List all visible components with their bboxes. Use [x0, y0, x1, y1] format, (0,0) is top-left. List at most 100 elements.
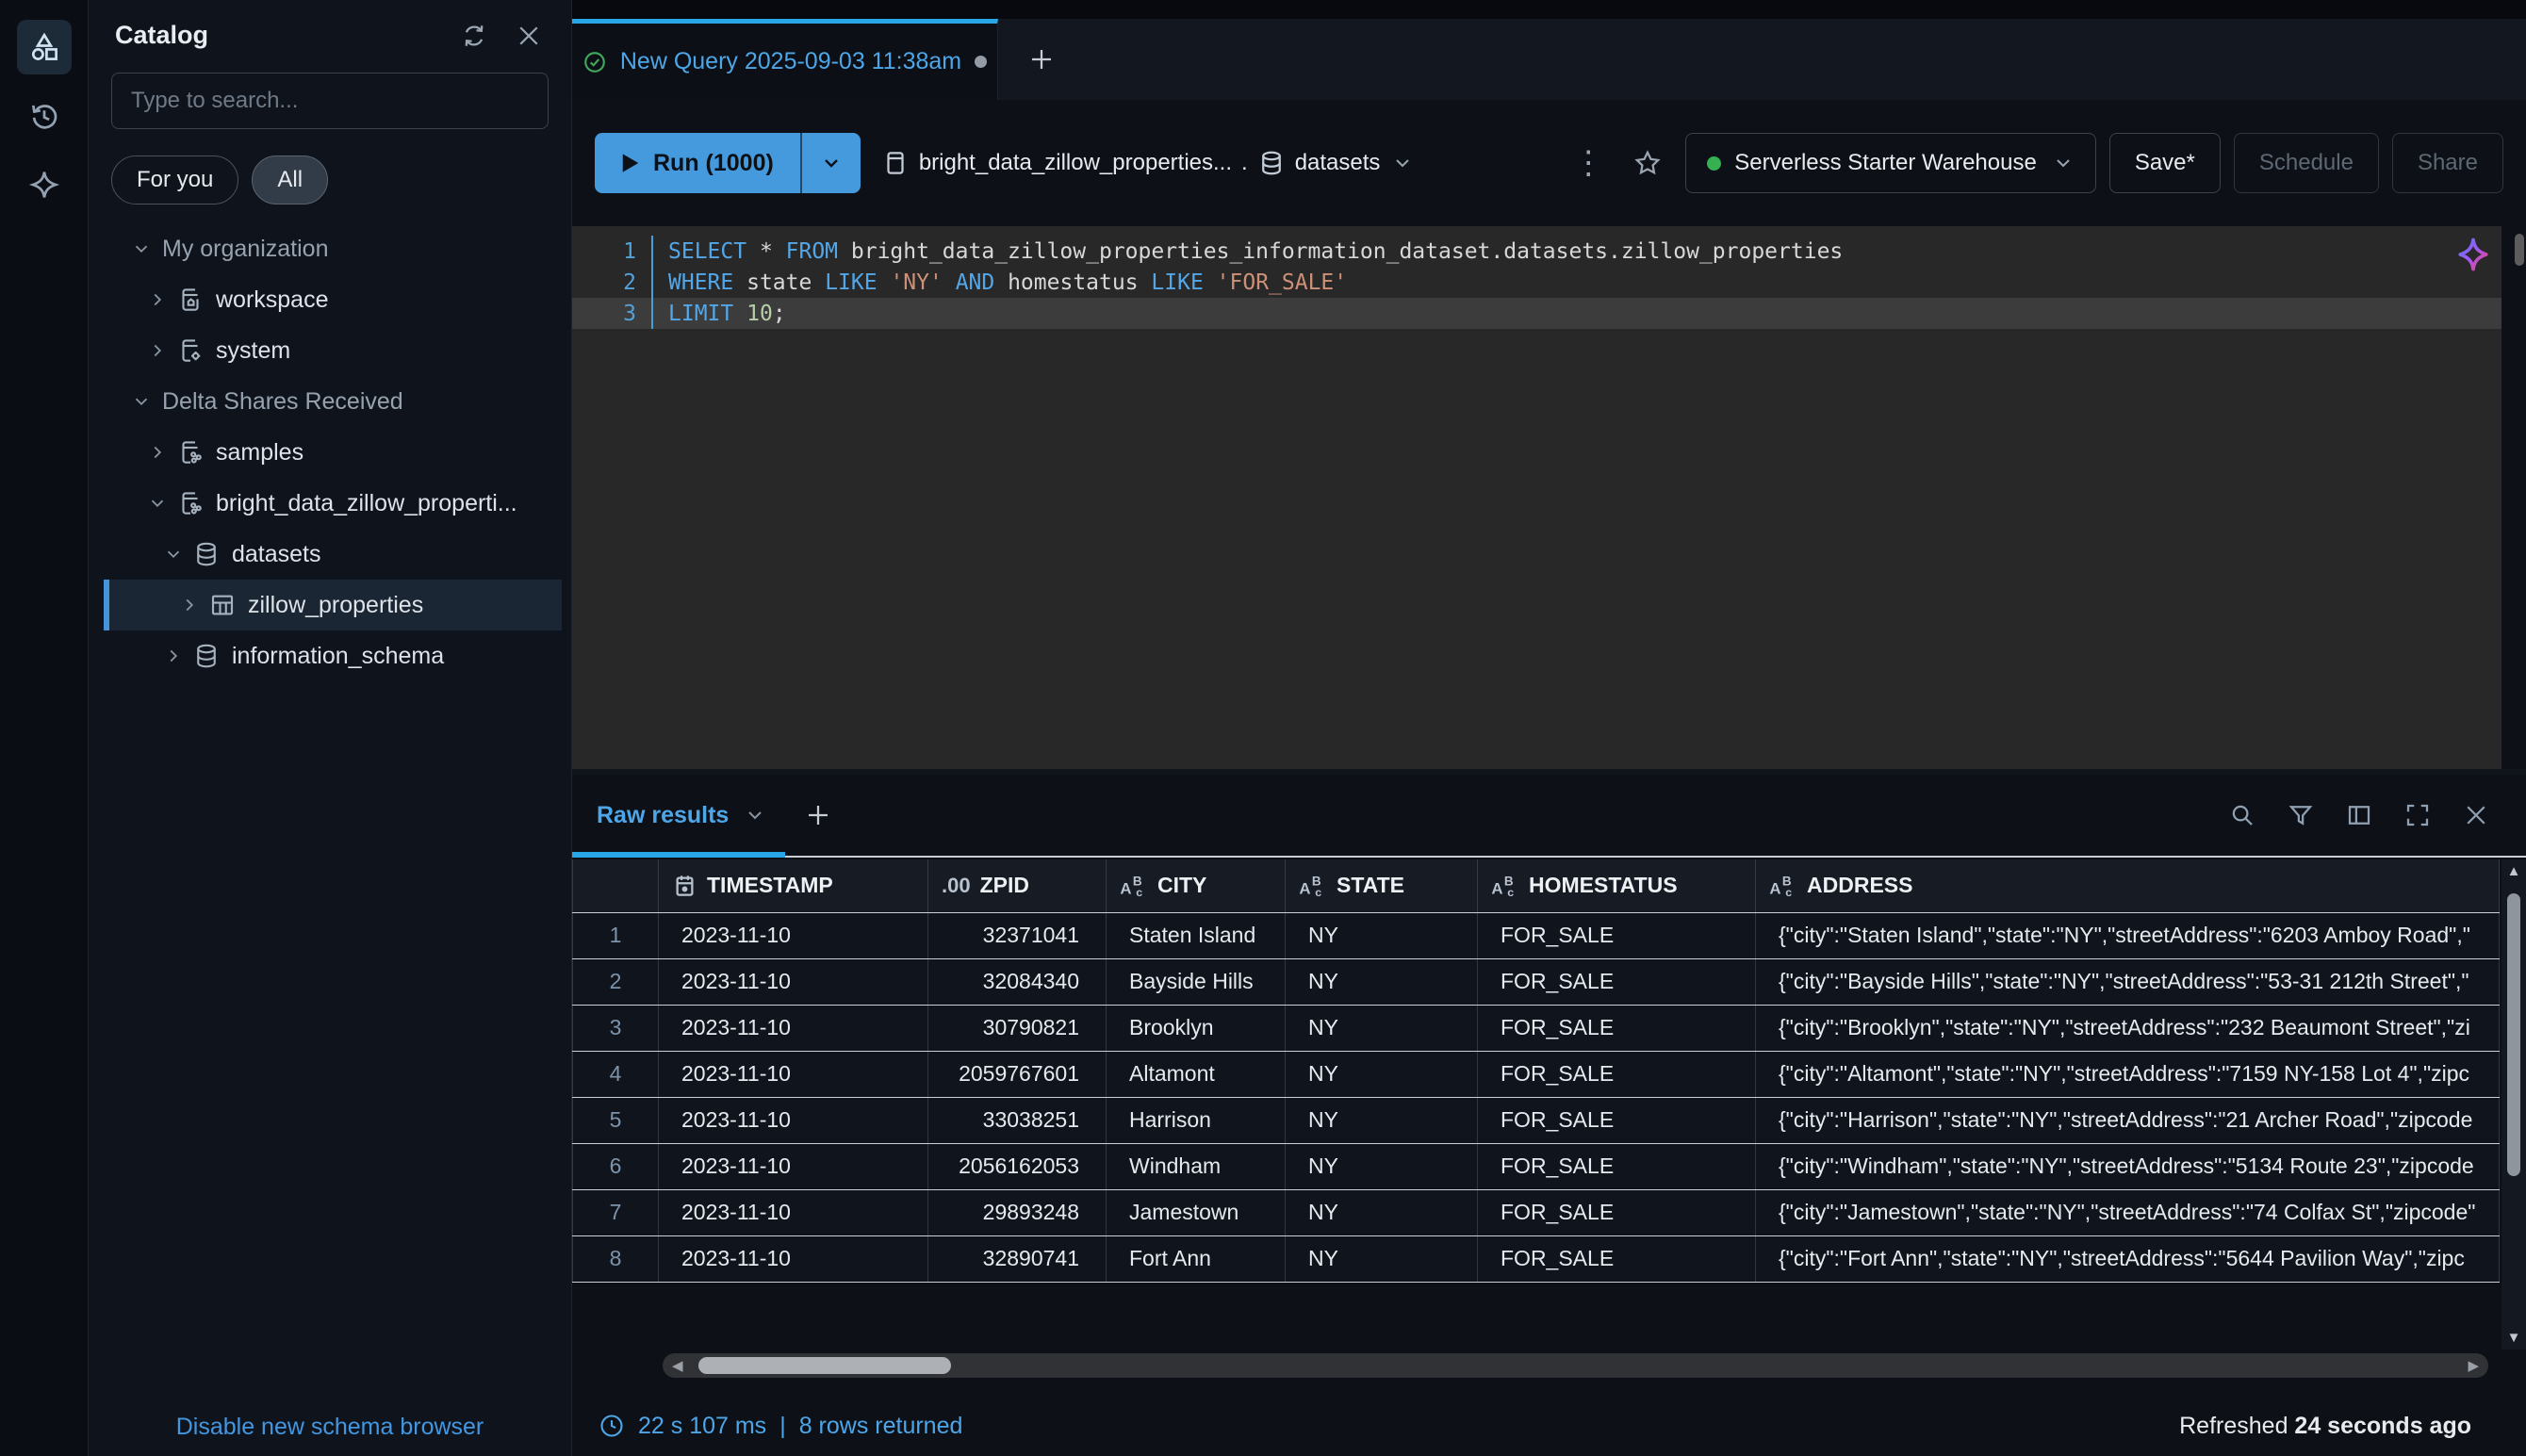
table-cell[interactable]: FOR_SALE — [1478, 1235, 1756, 1282]
fullscreen-icon[interactable] — [2403, 801, 2432, 829]
filter-results-icon[interactable] — [2287, 801, 2315, 829]
add-visualization-button[interactable] — [804, 801, 832, 829]
scroll-up-arrow[interactable]: ▲ — [2501, 863, 2526, 879]
code-line-3[interactable]: 3LIMIT 10; — [572, 298, 2501, 329]
table-cell[interactable]: 2023-11-10 — [659, 1235, 928, 1282]
scroll-right-arrow[interactable]: ▶ — [2468, 1353, 2479, 1378]
table-cell[interactable]: FOR_SALE — [1478, 1005, 1756, 1051]
table-cell[interactable]: 29893248 — [928, 1189, 1107, 1235]
table-cell[interactable]: 2023-11-10 — [659, 1143, 928, 1189]
table-cell[interactable]: NY — [1286, 1097, 1478, 1143]
table-cell[interactable]: {"city":"Staten Island","state":"NY","st… — [1756, 912, 2500, 958]
results-horizontal-scrollbar[interactable]: ◀ ▶ — [663, 1353, 2488, 1378]
table-cell[interactable]: Staten Island — [1107, 912, 1286, 958]
table-cell[interactable]: FOR_SALE — [1478, 1097, 1756, 1143]
close-panel-icon[interactable] — [515, 22, 543, 50]
search-results-icon[interactable] — [2228, 801, 2256, 829]
table-cell[interactable]: {"city":"Harrison","state":"NY","streetA… — [1756, 1097, 2500, 1143]
chevron-down-icon[interactable] — [142, 488, 172, 518]
table-cell[interactable]: 32084340 — [928, 958, 1107, 1005]
filter-chip-all[interactable]: All — [252, 155, 328, 204]
schedule-button[interactable]: Schedule — [2234, 133, 2379, 193]
column-header-homestatus[interactable]: ABcHOMESTATUS — [1478, 859, 1756, 912]
column-header-city[interactable]: ABcCITY — [1107, 859, 1286, 912]
column-header-state[interactable]: ABcSTATE — [1286, 859, 1478, 912]
table-cell[interactable]: Altamont — [1107, 1051, 1286, 1097]
column-header-zpid[interactable]: .00ZPID — [928, 859, 1107, 912]
chevron-down-icon[interactable] — [126, 234, 156, 264]
table-cell[interactable]: 30790821 — [928, 1005, 1107, 1051]
table-cell[interactable]: 2023-11-10 — [659, 912, 928, 958]
table-cell[interactable]: {"city":"Bayside Hills","state":"NY","st… — [1756, 958, 2500, 1005]
share-button[interactable]: Share — [2392, 133, 2503, 193]
vertical-scrollbar-thumb[interactable] — [2507, 893, 2520, 1176]
table-cell[interactable]: NY — [1286, 912, 1478, 958]
results-vertical-scrollbar[interactable]: ▲ ▼ — [2501, 859, 2526, 1350]
query-tab-active[interactable]: New Query 2025-09-03 11:38am — [572, 19, 998, 100]
chevron-right-icon[interactable] — [142, 437, 172, 467]
assistant-sparkle-icon[interactable] — [2452, 234, 2494, 275]
chevron-down-icon[interactable] — [126, 386, 156, 417]
new-tab-button[interactable] — [998, 19, 1085, 100]
table-cell[interactable]: 2059767601 — [928, 1051, 1107, 1097]
save-button[interactable]: Save* — [2109, 133, 2221, 193]
table-cell[interactable]: 2023-11-10 — [659, 958, 928, 1005]
table-cell[interactable]: 2023-11-10 — [659, 1097, 928, 1143]
table-cell[interactable]: NY — [1286, 1005, 1478, 1051]
tree-item-samples[interactable]: samples — [104, 427, 562, 478]
table-cell[interactable]: FOR_SALE — [1478, 1189, 1756, 1235]
catalog-search-input[interactable] — [112, 74, 548, 128]
table-cell[interactable]: Brooklyn — [1107, 1005, 1286, 1051]
code-line-2[interactable]: 2WHERE state LIKE 'NY' AND homestatus LI… — [572, 267, 2501, 298]
table-cell[interactable]: Fort Ann — [1107, 1235, 1286, 1282]
table-cell[interactable]: NY — [1286, 958, 1478, 1005]
rail-catalog-button[interactable] — [17, 20, 72, 74]
tree-item-information-schema[interactable]: information_schema — [104, 630, 562, 681]
chevron-down-icon[interactable] — [158, 539, 189, 569]
tree-item-bright-data-zillow-properti[interactable]: bright_data_zillow_properti... — [104, 478, 562, 529]
table-cell[interactable]: 2023-11-10 — [659, 1189, 928, 1235]
chevron-right-icon[interactable] — [158, 641, 189, 671]
table-cell[interactable]: 33038251 — [928, 1097, 1107, 1143]
warehouse-selector[interactable]: Serverless Starter Warehouse — [1685, 133, 2096, 193]
disable-schema-browser-link[interactable]: Disable new schema browser — [176, 1414, 484, 1440]
tree-item-workspace[interactable]: workspace — [104, 274, 562, 325]
table-cell[interactable]: 2023-11-10 — [659, 1005, 928, 1051]
scroll-left-arrow[interactable]: ◀ — [672, 1353, 683, 1378]
kebab-menu-button[interactable]: ⋮ — [1563, 147, 1614, 179]
table-cell[interactable]: 2023-11-10 — [659, 1051, 928, 1097]
table-cell[interactable]: 32890741 — [928, 1235, 1107, 1282]
table-cell[interactable]: FOR_SALE — [1478, 958, 1756, 1005]
catalog-schema-selector[interactable]: bright_data_zillow_properties... . datas… — [881, 149, 1415, 177]
table-cell[interactable]: {"city":"Brooklyn","state":"NY","streetA… — [1756, 1005, 2500, 1051]
chevron-right-icon[interactable] — [142, 285, 172, 315]
chevron-right-icon[interactable] — [174, 590, 205, 620]
table-cell[interactable]: FOR_SALE — [1478, 1143, 1756, 1189]
table-cell[interactable]: Jamestown — [1107, 1189, 1286, 1235]
table-cell[interactable]: Harrison — [1107, 1097, 1286, 1143]
tree-item-system[interactable]: system — [104, 325, 562, 376]
column-panel-icon[interactable] — [2345, 801, 2373, 829]
horizontal-scrollbar-thumb[interactable] — [698, 1357, 951, 1374]
tree-item-my-organization[interactable]: My organization — [104, 223, 562, 274]
close-results-icon[interactable] — [2462, 801, 2490, 829]
table-cell[interactable]: Windham — [1107, 1143, 1286, 1189]
favorite-star-button[interactable] — [1632, 148, 1663, 178]
editor-scrollbar-thumb[interactable] — [2515, 234, 2524, 266]
scroll-down-arrow[interactable]: ▼ — [2501, 1330, 2526, 1346]
table-cell[interactable]: NY — [1286, 1189, 1478, 1235]
table-cell[interactable]: 2056162053 — [928, 1143, 1107, 1189]
refresh-icon[interactable] — [460, 22, 488, 50]
table-cell[interactable]: NY — [1286, 1051, 1478, 1097]
filter-chip-for-you[interactable]: For you — [111, 155, 238, 204]
table-cell[interactable]: NY — [1286, 1143, 1478, 1189]
table-cell[interactable]: {"city":"Windham","state":"NY","streetAd… — [1756, 1143, 2500, 1189]
column-header-address[interactable]: ABcADDRESS — [1756, 859, 2500, 912]
rail-history-button[interactable] — [17, 89, 72, 143]
tree-item-delta-shares-received[interactable]: Delta Shares Received — [104, 376, 562, 427]
run-options-button[interactable] — [802, 133, 861, 193]
tree-item-datasets[interactable]: datasets — [104, 529, 562, 580]
table-cell[interactable]: {"city":"Altamont","state":"NY","streetA… — [1756, 1051, 2500, 1097]
table-cell[interactable]: {"city":"Fort Ann","state":"NY","streetA… — [1756, 1235, 2500, 1282]
raw-results-tab[interactable]: Raw results — [597, 802, 766, 829]
